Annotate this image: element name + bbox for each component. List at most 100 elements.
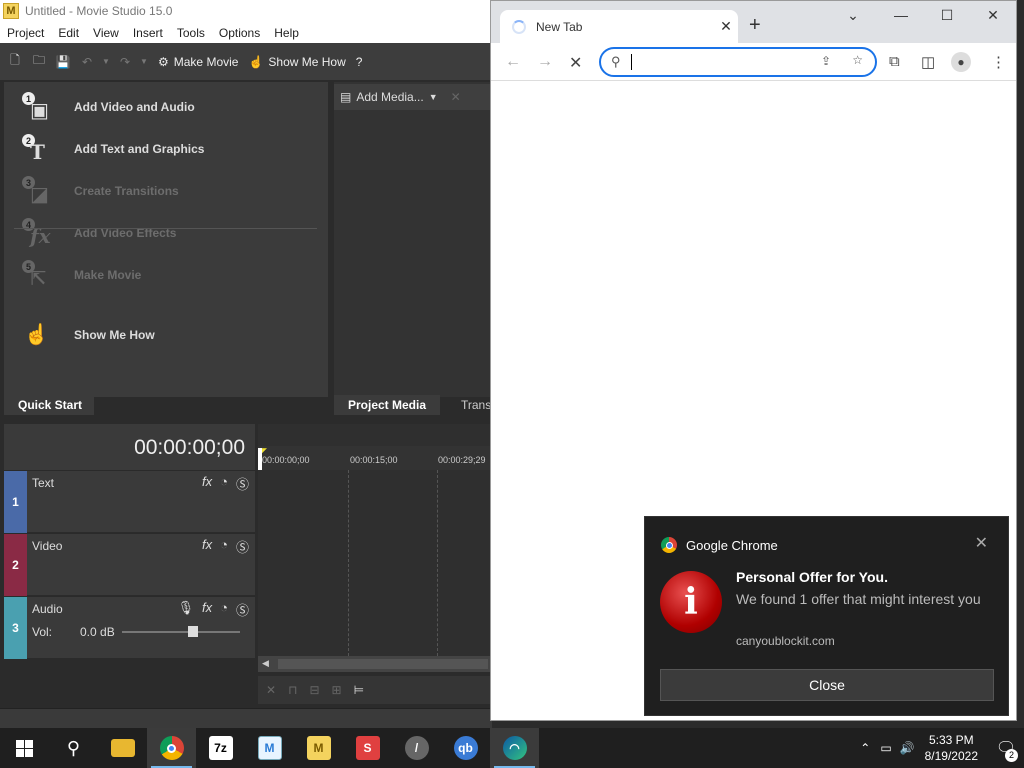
taskbar-app-pen[interactable]: /: [392, 728, 441, 768]
microphone-icon[interactable]: 🎙: [177, 600, 194, 619]
volume-icon[interactable]: 🔊: [900, 741, 915, 755]
ripple-icon[interactable]: ⊞: [332, 683, 342, 697]
clock[interactable]: 5:33 PM 8/19/2022: [925, 732, 978, 764]
quick-start-item-effects[interactable]: 4 fx Add Video Effects: [22, 218, 176, 248]
track-name: Video: [32, 539, 63, 553]
menu-tools[interactable]: Tools: [170, 26, 212, 40]
tab-title: New Tab: [536, 19, 583, 34]
network-icon[interactable]: ▭: [880, 741, 891, 755]
address-bar[interactable]: ⚲ ⇪ ☆: [599, 47, 877, 77]
snap-icon[interactable]: ⊨: [354, 683, 364, 697]
solo-icon[interactable]: Ⓢ: [236, 474, 249, 493]
volume-slider[interactable]: [122, 631, 240, 633]
split-icon[interactable]: ⊟: [309, 683, 319, 697]
close-window-icon[interactable]: ✕: [983, 7, 1003, 24]
solo-icon[interactable]: Ⓢ: [236, 537, 249, 556]
tab-transitions[interactable]: Transitions: [448, 395, 492, 415]
scroll-thumb[interactable]: [278, 659, 488, 669]
quick-start-show-me-how[interactable]: ☝ Show Me How: [22, 320, 155, 350]
track-audio[interactable]: 3 Audio 🎙 fx ◔ Ⓢ Vol: 0.0 dB: [4, 596, 255, 659]
new-tab-icon[interactable]: +: [749, 14, 761, 37]
share-icon[interactable]: ⇪: [821, 54, 831, 68]
taskbar-app-m-blue[interactable]: M: [245, 728, 294, 768]
fx-icon[interactable]: fx: [202, 474, 212, 493]
menu-insert[interactable]: Insert: [126, 26, 170, 40]
taskbar-app-m-yellow[interactable]: M: [294, 728, 343, 768]
taskbar-edge[interactable]: ◠: [490, 728, 539, 768]
timeline-scrollbar[interactable]: ◀: [258, 656, 492, 672]
maximize-icon[interactable]: ☐: [937, 7, 957, 24]
new-file-icon[interactable]: 🗋: [6, 53, 24, 71]
tab-new-tab[interactable]: New Tab ✕: [500, 10, 738, 43]
taskbar-search[interactable]: ⚲: [49, 728, 98, 768]
back-icon[interactable]: ←: [505, 53, 521, 71]
bookmark-star-icon[interactable]: ☆: [852, 53, 863, 67]
tab-search-chevron-icon[interactable]: ⌄: [843, 7, 863, 24]
help-cursor-icon[interactable]: ?: [356, 55, 363, 69]
scroll-left-icon[interactable]: ◀: [262, 658, 269, 669]
redo-dropdown-icon[interactable]: ▼: [140, 53, 148, 71]
trim-icon[interactable]: ⊓: [288, 683, 297, 697]
transition-icon: ◪: [30, 182, 49, 206]
forward-icon[interactable]: →: [537, 53, 553, 71]
quick-start-item-add-video-audio[interactable]: 1 ▣ Add Video and Audio: [22, 92, 195, 122]
save-icon[interactable]: 💾: [54, 53, 72, 71]
automation-icon[interactable]: ◔: [220, 474, 228, 493]
make-movie-button[interactable]: ⚙ Make Movie: [158, 55, 238, 69]
quick-start-item-make-movie[interactable]: 5 ⇱ Make Movie: [22, 260, 141, 290]
timeline-ruler[interactable]: ◤ 00:00:00;00 00:00:15;00 00:00:29;29: [258, 446, 492, 470]
taskbar-chrome[interactable]: [147, 728, 196, 768]
taskbar-app-s[interactable]: S: [343, 728, 392, 768]
tab-quick-start[interactable]: Quick Start: [4, 395, 94, 415]
profile-avatar-icon[interactable]: ●: [951, 52, 971, 72]
stop-loading-icon[interactable]: ✕: [569, 53, 582, 73]
taskbar-7zip[interactable]: 7z: [196, 728, 245, 768]
menu-project[interactable]: Project: [0, 26, 51, 40]
redo-icon[interactable]: ↷: [116, 53, 134, 71]
tab-project-media[interactable]: Project Media: [334, 395, 440, 415]
minimize-icon[interactable]: —: [891, 7, 911, 23]
menu-kebab-icon[interactable]: ⋮: [991, 53, 1006, 71]
undo-dropdown-icon[interactable]: ▼: [102, 53, 110, 71]
side-panel-icon[interactable]: ◫: [921, 53, 935, 71]
quick-start-item-add-text[interactable]: 2T Add Text and Graphics: [22, 134, 204, 164]
track-video[interactable]: 2 Video fx ◔ Ⓢ: [4, 533, 255, 596]
solo-icon[interactable]: Ⓢ: [236, 600, 249, 619]
playhead[interactable]: [258, 448, 262, 470]
film-reel-icon: ⚙: [158, 54, 169, 69]
automation-icon[interactable]: ◔: [220, 537, 228, 556]
taskbar-file-explorer[interactable]: [98, 728, 147, 768]
menu-options[interactable]: Options: [212, 26, 267, 40]
menu-view[interactable]: View: [86, 26, 126, 40]
delete-icon[interactable]: ✕: [266, 683, 276, 697]
undo-icon[interactable]: ↶: [78, 53, 96, 71]
chevron-up-icon[interactable]: ⌃: [860, 741, 870, 755]
notification-center-icon[interactable]: 🗨 2: [988, 738, 1024, 762]
close-tab-icon[interactable]: ✕: [714, 18, 738, 35]
open-folder-icon[interactable]: 🗀: [30, 53, 48, 71]
menu-help[interactable]: Help: [267, 26, 306, 40]
taskbar-qbittorrent[interactable]: qb: [441, 728, 490, 768]
extensions-puzzle-icon[interactable]: ⧉: [889, 53, 900, 70]
quick-start-label: Add Text and Graphics: [74, 142, 205, 156]
add-media-button[interactable]: Add Media...: [356, 90, 423, 104]
show-me-how-toolbar-button[interactable]: ☝ Show Me How: [248, 55, 345, 69]
menu-edit[interactable]: Edit: [51, 26, 86, 40]
fx-icon[interactable]: fx: [202, 600, 212, 619]
ruler-tick-label: 00:00:00;00: [262, 455, 310, 465]
volume-slider-thumb[interactable]: [188, 626, 198, 637]
automation-icon[interactable]: ◔: [220, 600, 228, 619]
track-text[interactable]: 1 Text fx ◔ Ⓢ: [4, 470, 255, 533]
chrome-notification[interactable]: Google Chrome ✕ i Personal Offer for You…: [644, 516, 1009, 716]
quick-start-item-transitions[interactable]: 3 ◪ Create Transitions: [22, 176, 179, 206]
remove-icon[interactable]: ✕: [451, 90, 461, 104]
fx-icon[interactable]: fx: [202, 537, 212, 556]
quick-start-label: Add Video and Audio: [74, 100, 195, 114]
chevron-down-icon[interactable]: ▼: [429, 92, 438, 102]
notification-close-button[interactable]: Close: [660, 669, 994, 701]
start-button[interactable]: [0, 728, 49, 768]
notification-source: canyoublockit.com: [736, 634, 835, 648]
close-icon[interactable]: ✕: [975, 533, 988, 553]
ruler-tick-label: 00:00:15;00: [350, 455, 398, 465]
hand-help-icon: ☝: [24, 322, 49, 346]
